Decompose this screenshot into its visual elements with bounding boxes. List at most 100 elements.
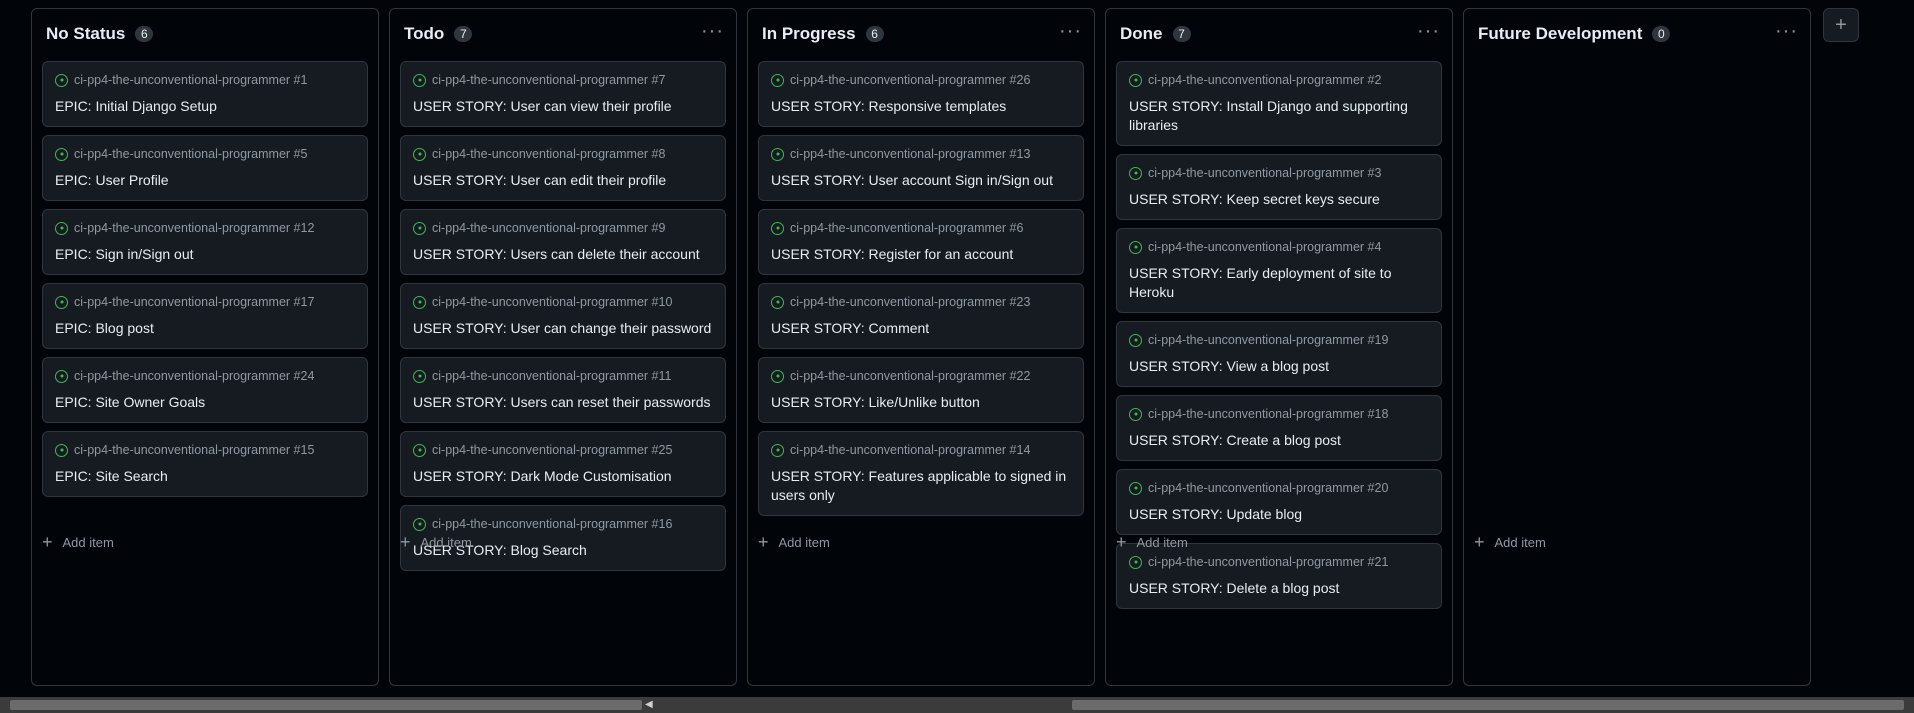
- card-title[interactable]: EPIC: Initial Django Setup: [55, 97, 355, 116]
- kebab-horizontal-icon[interactable]: ···: [1059, 21, 1082, 41]
- card-title[interactable]: USER STORY: View a blog post: [1129, 357, 1429, 376]
- card-title[interactable]: USER STORY: Register for an account: [771, 245, 1071, 264]
- issue-card[interactable]: ci-pp4-the-unconventional-programmer #23…: [758, 283, 1084, 349]
- card-meta: ci-pp4-the-unconventional-programmer #10: [413, 294, 713, 310]
- issue-card[interactable]: ci-pp4-the-unconventional-programmer #24…: [42, 357, 368, 423]
- issue-card[interactable]: ci-pp4-the-unconventional-programmer #1 E…: [42, 61, 368, 127]
- card-repo-reference[interactable]: ci-pp4-the-unconventional-programmer #15: [74, 443, 314, 457]
- scrollbar-thumb[interactable]: [10, 700, 642, 710]
- card-repo-reference[interactable]: ci-pp4-the-unconventional-programmer #21: [1148, 555, 1388, 569]
- issue-card[interactable]: ci-pp4-the-unconventional-programmer #21…: [1116, 543, 1442, 609]
- issue-card[interactable]: ci-pp4-the-unconventional-programmer #8 U…: [400, 135, 726, 201]
- issue-card[interactable]: ci-pp4-the-unconventional-programmer #11…: [400, 357, 726, 423]
- add-item-button[interactable]: + Add item: [42, 533, 114, 551]
- card-title[interactable]: USER STORY: User account Sign in/Sign ou…: [771, 171, 1071, 190]
- issue-card[interactable]: ci-pp4-the-unconventional-programmer #5 E…: [42, 135, 368, 201]
- issue-card[interactable]: ci-pp4-the-unconventional-programmer #17…: [42, 283, 368, 349]
- add-column-button[interactable]: +: [1823, 8, 1859, 42]
- column-header: Todo 7 ···: [390, 9, 736, 59]
- issue-opened-icon: [55, 369, 68, 383]
- card-title[interactable]: USER STORY: Install Django and supportin…: [1129, 97, 1429, 135]
- card-repo-reference[interactable]: ci-pp4-the-unconventional-programmer #11: [432, 369, 671, 383]
- card-title[interactable]: USER STORY: User can change their passwo…: [413, 319, 713, 338]
- card-title[interactable]: USER STORY: Responsive templates: [771, 97, 1071, 116]
- card-title[interactable]: USER STORY: Dark Mode Customisation: [413, 467, 713, 486]
- card-repo-reference[interactable]: ci-pp4-the-unconventional-programmer #4: [1148, 240, 1381, 254]
- card-repo-reference[interactable]: ci-pp4-the-unconventional-programmer #8: [432, 147, 665, 161]
- kebab-horizontal-icon[interactable]: ···: [701, 21, 724, 41]
- add-item-button[interactable]: + Add item: [1474, 532, 1546, 552]
- issue-opened-icon: [1129, 333, 1142, 347]
- card-repo-reference[interactable]: ci-pp4-the-unconventional-programmer #16: [432, 517, 672, 531]
- issue-card[interactable]: ci-pp4-the-unconventional-programmer #4 U…: [1116, 228, 1442, 313]
- card-repo-reference[interactable]: ci-pp4-the-unconventional-programmer #17: [74, 295, 314, 309]
- add-item-button[interactable]: + Add item: [400, 533, 472, 551]
- card-repo-reference[interactable]: ci-pp4-the-unconventional-programmer #19: [1148, 333, 1388, 347]
- issue-card[interactable]: ci-pp4-the-unconventional-programmer #15…: [42, 431, 368, 497]
- card-repo-reference[interactable]: ci-pp4-the-unconventional-programmer #5: [74, 147, 307, 161]
- issue-card[interactable]: ci-pp4-the-unconventional-programmer #26…: [758, 61, 1084, 127]
- card-repo-reference[interactable]: ci-pp4-the-unconventional-programmer #14: [790, 443, 1030, 457]
- issue-card[interactable]: ci-pp4-the-unconventional-programmer #3 U…: [1116, 154, 1442, 220]
- card-repo-reference[interactable]: ci-pp4-the-unconventional-programmer #24: [74, 369, 314, 383]
- card-repo-reference[interactable]: ci-pp4-the-unconventional-programmer #12: [74, 221, 314, 235]
- issue-opened-icon: [55, 443, 68, 457]
- kebab-horizontal-icon[interactable]: ···: [1417, 21, 1440, 41]
- add-item-button[interactable]: + Add item: [758, 533, 830, 551]
- card-repo-reference[interactable]: ci-pp4-the-unconventional-programmer #2: [1148, 73, 1381, 87]
- card-title[interactable]: USER STORY: Users can reset their passwo…: [413, 393, 713, 412]
- card-repo-reference[interactable]: ci-pp4-the-unconventional-programmer #9: [432, 221, 665, 235]
- kebab-horizontal-icon[interactable]: ···: [1775, 21, 1798, 41]
- issue-card[interactable]: ci-pp4-the-unconventional-programmer #9 U…: [400, 209, 726, 275]
- issue-card[interactable]: ci-pp4-the-unconventional-programmer #19…: [1116, 321, 1442, 387]
- issue-card[interactable]: ci-pp4-the-unconventional-programmer #10…: [400, 283, 726, 349]
- scrollbar-track-segment[interactable]: [1072, 700, 1904, 710]
- card-repo-reference[interactable]: ci-pp4-the-unconventional-programmer #25: [432, 443, 672, 457]
- scroll-left-arrow-icon[interactable]: ◀: [645, 699, 653, 710]
- issue-card[interactable]: ci-pp4-the-unconventional-programmer #12…: [42, 209, 368, 275]
- card-meta: ci-pp4-the-unconventional-programmer #23: [771, 294, 1071, 310]
- card-title[interactable]: USER STORY: Users can delete their accou…: [413, 245, 713, 264]
- card-repo-reference[interactable]: ci-pp4-the-unconventional-programmer #13: [790, 147, 1030, 161]
- card-title[interactable]: EPIC: User Profile: [55, 171, 355, 190]
- issue-card[interactable]: ci-pp4-the-unconventional-programmer #18…: [1116, 395, 1442, 461]
- issue-card[interactable]: ci-pp4-the-unconventional-programmer #7 U…: [400, 61, 726, 127]
- card-title[interactable]: USER STORY: Create a blog post: [1129, 431, 1429, 450]
- card-title[interactable]: USER STORY: Early deployment of site to …: [1129, 264, 1429, 302]
- card-title[interactable]: EPIC: Sign in/Sign out: [55, 245, 355, 264]
- card-title[interactable]: USER STORY: User can view their profile: [413, 97, 713, 116]
- plus-icon: +: [1474, 532, 1485, 552]
- issue-opened-icon: [413, 147, 426, 161]
- card-title[interactable]: USER STORY: Comment: [771, 319, 1071, 338]
- issue-card[interactable]: ci-pp4-the-unconventional-programmer #22…: [758, 357, 1084, 423]
- card-repo-reference[interactable]: ci-pp4-the-unconventional-programmer #10: [432, 295, 672, 309]
- card-title[interactable]: USER STORY: User can edit their profile: [413, 171, 713, 190]
- card-repo-reference[interactable]: ci-pp4-the-unconventional-programmer #7: [432, 73, 665, 87]
- issue-card[interactable]: ci-pp4-the-unconventional-programmer #20…: [1116, 469, 1442, 535]
- issue-opened-icon: [771, 147, 784, 161]
- card-repo-reference[interactable]: ci-pp4-the-unconventional-programmer #1: [74, 73, 307, 87]
- card-repo-reference[interactable]: ci-pp4-the-unconventional-programmer #3: [1148, 166, 1381, 180]
- card-title[interactable]: USER STORY: Update blog: [1129, 505, 1429, 524]
- horizontal-scrollbar[interactable]: ◀: [0, 697, 1914, 713]
- issue-card[interactable]: ci-pp4-the-unconventional-programmer #2 U…: [1116, 61, 1442, 146]
- card-repo-reference[interactable]: ci-pp4-the-unconventional-programmer #22: [790, 369, 1030, 383]
- card-title[interactable]: USER STORY: Like/Unlike button: [771, 393, 1071, 412]
- issue-card[interactable]: ci-pp4-the-unconventional-programmer #14…: [758, 431, 1084, 516]
- add-item-button[interactable]: + Add item: [1116, 533, 1188, 551]
- card-repo-reference[interactable]: ci-pp4-the-unconventional-programmer #18: [1148, 407, 1388, 421]
- card-title[interactable]: EPIC: Blog post: [55, 319, 355, 338]
- issue-card[interactable]: ci-pp4-the-unconventional-programmer #6 U…: [758, 209, 1084, 275]
- card-title[interactable]: USER STORY: Delete a blog post: [1129, 579, 1429, 598]
- card-repo-reference[interactable]: ci-pp4-the-unconventional-programmer #23: [790, 295, 1030, 309]
- card-meta: ci-pp4-the-unconventional-programmer #18: [1129, 406, 1429, 422]
- card-title[interactable]: USER STORY: Keep secret keys secure: [1129, 190, 1429, 209]
- card-repo-reference[interactable]: ci-pp4-the-unconventional-programmer #20: [1148, 481, 1388, 495]
- card-title[interactable]: USER STORY: Features applicable to signe…: [771, 467, 1071, 505]
- card-repo-reference[interactable]: ci-pp4-the-unconventional-programmer #6: [790, 221, 1023, 235]
- card-title[interactable]: EPIC: Site Search: [55, 467, 355, 486]
- card-title[interactable]: EPIC: Site Owner Goals: [55, 393, 355, 412]
- card-repo-reference[interactable]: ci-pp4-the-unconventional-programmer #26: [790, 73, 1030, 87]
- issue-card[interactable]: ci-pp4-the-unconventional-programmer #13…: [758, 135, 1084, 201]
- issue-card[interactable]: ci-pp4-the-unconventional-programmer #25…: [400, 431, 726, 497]
